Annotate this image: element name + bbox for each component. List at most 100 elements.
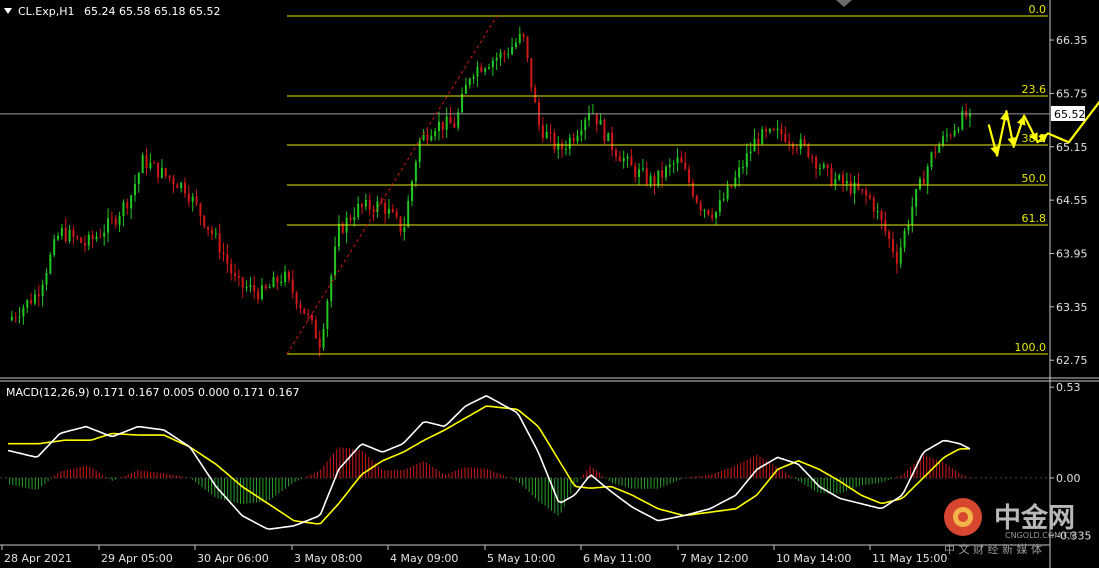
candle-body [572, 137, 575, 142]
candle-body [868, 195, 871, 199]
candle [303, 308, 306, 315]
candle-body [880, 211, 883, 220]
candle-body [491, 60, 494, 68]
candle-body [411, 181, 414, 201]
candle-body [449, 116, 452, 124]
candle-body [172, 178, 175, 185]
candle-body [534, 87, 537, 103]
candle [918, 176, 921, 191]
candle-body [153, 162, 156, 164]
fib-level-label: 0.0 [1029, 3, 1047, 16]
candle-body [722, 199, 725, 201]
candle-body [595, 113, 598, 125]
candle-body [372, 209, 375, 213]
trading-chart[interactable]: 0.023.638.250.061.8100.0 66.3565.7565.15… [0, 0, 1099, 568]
candle-body [926, 166, 929, 185]
candle [607, 132, 610, 142]
candle-body [915, 189, 918, 207]
candle-body [83, 242, 86, 246]
candle-body [457, 112, 460, 128]
candle-body [407, 200, 410, 228]
candle-body [330, 275, 333, 302]
candle-body [857, 182, 860, 190]
candle-body [322, 328, 325, 348]
candle-body [680, 157, 683, 163]
candle-body [849, 181, 852, 194]
candle-body [395, 212, 398, 217]
candle-body [57, 235, 60, 240]
candle-body [184, 182, 187, 194]
macd-tick-label: 0.00 [1056, 472, 1081, 485]
candle-body [76, 236, 79, 238]
candle-body [911, 206, 914, 225]
candle-body [842, 175, 845, 184]
macd-label: MACD(12,26,9) 0.171 0.167 0.005 0.000 0.… [6, 386, 299, 399]
time-tick-label: 6 May 11:00 [583, 552, 651, 565]
candle-body [245, 287, 248, 289]
candle-body [399, 216, 402, 232]
candle-body [653, 176, 656, 185]
candle-body [611, 132, 614, 151]
candle-body [464, 84, 467, 94]
candle-body [195, 196, 198, 204]
time-tick-label: 3 May 08:00 [294, 552, 362, 565]
candle-body [776, 128, 779, 131]
candle-body [164, 168, 167, 176]
candle-body [507, 54, 510, 56]
candle-body [210, 229, 213, 235]
candle-body [22, 307, 25, 317]
candle-body [95, 236, 98, 239]
fib-level-label: 23.6 [1022, 83, 1047, 96]
candle-body [64, 227, 67, 241]
candle-body [26, 300, 29, 308]
candle-body [561, 143, 564, 150]
time-tick-label: 28 Apr 2021 [4, 552, 72, 565]
symbol-label: CL.Exp,H1 [18, 5, 75, 18]
candle-body [772, 128, 775, 131]
candle-body [865, 190, 868, 196]
candle-body [207, 226, 210, 230]
candle-body [380, 201, 383, 203]
time-tick-label: 11 May 15:00 [872, 552, 947, 565]
watermark-url: CNGOLD.COM.CN [1005, 531, 1075, 540]
candle-body [18, 316, 21, 318]
candle-body [626, 156, 629, 159]
candle-body [818, 167, 821, 169]
candle-body [445, 116, 448, 130]
candle-body [237, 275, 240, 278]
candle-body [180, 182, 183, 189]
candle-body [418, 140, 421, 162]
candle-body [511, 46, 514, 55]
candle-body [715, 211, 718, 219]
candle-body [249, 285, 252, 288]
time-tick-label: 30 Apr 06:00 [197, 552, 269, 565]
candle [141, 152, 144, 174]
candle-body [499, 52, 502, 59]
candle-body [368, 200, 371, 210]
candle-body [437, 121, 440, 132]
price-tick-label: 63.95 [1056, 247, 1088, 260]
candle-body [257, 291, 260, 300]
candle-body [726, 186, 729, 200]
candle-body [145, 155, 148, 168]
candle-body [684, 162, 687, 170]
candle-body [30, 300, 33, 304]
candle-body [318, 338, 321, 348]
candle-body [930, 152, 933, 167]
candle-body [160, 168, 163, 178]
candle-body [957, 129, 960, 131]
candle-body [337, 223, 340, 247]
candle-body [72, 230, 75, 237]
candle-body [68, 230, 71, 241]
candle-body [765, 129, 768, 132]
candle-body [264, 285, 267, 289]
candle-body [884, 219, 887, 232]
candle-body [584, 119, 587, 131]
candle-body [718, 200, 721, 212]
candle-body [430, 136, 433, 141]
candle-body [168, 175, 171, 179]
candle-body [441, 121, 444, 130]
candle-body [434, 131, 437, 137]
candle-body [630, 156, 633, 166]
candle-body [918, 178, 921, 190]
